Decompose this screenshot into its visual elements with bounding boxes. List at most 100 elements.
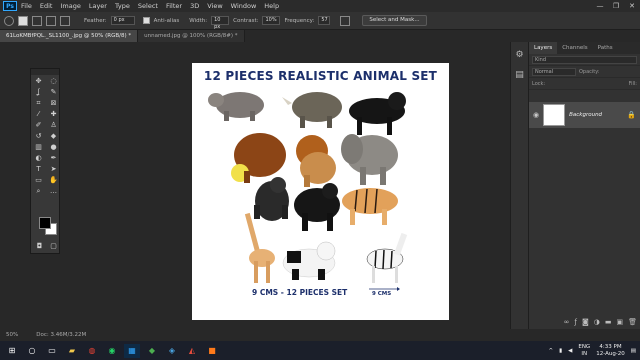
blur-tool-icon[interactable]: ● (47, 142, 60, 152)
menu-edit[interactable]: Edit (36, 2, 57, 10)
rhino-figure (282, 92, 342, 128)
network-icon[interactable]: ▮ (559, 348, 562, 354)
maximize-button[interactable]: ❐ (608, 0, 624, 12)
subtract-selection-icon[interactable] (46, 15, 56, 26)
tab-paths[interactable]: Paths (593, 42, 618, 54)
whatsapp-icon[interactable]: ◉ (104, 344, 120, 358)
app-icon-red[interactable]: ◭ (184, 344, 200, 358)
quick-select-icon[interactable]: ✎ (47, 87, 60, 97)
antialias-checkbox[interactable] (142, 17, 150, 24)
path-select-icon[interactable]: ➤ (47, 164, 60, 174)
select-and-mask-button[interactable]: Select and Mask... (362, 15, 427, 26)
quick-mask-icon[interactable]: ◘ (33, 241, 46, 251)
layer-kind-filter[interactable]: Kind (532, 55, 637, 64)
black-panther-figure (349, 92, 406, 135)
crop-tool-icon[interactable]: ⌗ (32, 98, 45, 108)
screen-mode-icon[interactable]: ▢ (47, 241, 60, 251)
file-explorer-icon[interactable]: ▰ (64, 344, 80, 358)
tray-chevron-icon[interactable]: ^ (548, 348, 553, 354)
clone-stamp-icon[interactable]: ♙ (47, 120, 60, 130)
menu-file[interactable]: File (17, 2, 36, 10)
type-tool-icon[interactable]: T (32, 164, 45, 174)
brush-tool-icon[interactable]: ✐ (32, 120, 45, 130)
add-selection-icon[interactable] (32, 15, 42, 26)
menu-filter[interactable]: Filter (162, 2, 186, 10)
photoshop-taskbar-icon[interactable]: ▦ (124, 343, 140, 358)
taskbar: ⊞ ○ ▭ ▰ ◍ ◉ ▦ ◆ ◈ ◭ ■ ^ ▮ ◀ ENG IN 4:33 … (0, 341, 640, 360)
history-brush-icon[interactable]: ↺ (32, 131, 45, 141)
menu-image[interactable]: Image (56, 2, 84, 10)
eyedropper-icon[interactable]: ⁄ (32, 109, 45, 119)
pen-pressure-icon[interactable] (340, 15, 351, 26)
menu-select[interactable]: Select (134, 2, 162, 10)
lasso-icon[interactable]: ʆ (32, 87, 45, 97)
frame-tool-icon[interactable]: ⊠ (47, 98, 60, 108)
new-selection-icon[interactable] (18, 15, 28, 26)
lock-icon: 🔒 (627, 111, 636, 119)
menu-help[interactable]: Help (260, 2, 283, 10)
layer-background[interactable]: ◉ Background 🔒 (529, 102, 640, 128)
layers-panel: Layers Channels Paths Kind Normal Opacit… (528, 42, 640, 329)
menu-type[interactable]: Type (111, 2, 134, 10)
pen-tool-icon[interactable]: ✒ (47, 153, 60, 163)
system-tray: ^ ▮ ◀ ENG IN 4:33 PM 12-Aug-20 ▤ (548, 341, 636, 360)
trash-icon[interactable]: 🗑 (628, 318, 637, 326)
properties-panel-icon[interactable]: ⚙ (514, 50, 526, 62)
rectangle-tool-icon[interactable]: ▭ (32, 175, 45, 185)
menu-window[interactable]: Window (227, 2, 261, 10)
hand-tool-icon[interactable]: ✋ (47, 175, 60, 185)
fill-label: Fill: (628, 80, 637, 87)
tab-channels[interactable]: Channels (557, 42, 592, 54)
language-indicator[interactable]: ENG IN (578, 344, 590, 358)
app-icon-orange[interactable]: ■ (204, 344, 220, 358)
adjustments-panel-icon[interactable]: ▤ (514, 70, 526, 82)
document-canvas[interactable]: 12 PIECES REALISTIC ANIMAL SET 9 CMS - 1… (192, 63, 449, 320)
intersect-selection-icon[interactable] (60, 15, 70, 26)
close-button[interactable]: ✕ (624, 0, 640, 12)
zoom-level[interactable]: 50% (6, 332, 18, 338)
new-layer-icon[interactable]: ▣ (616, 318, 623, 326)
windows-start-icon[interactable]: ⊞ (4, 344, 20, 358)
tab-layers[interactable]: Layers (529, 42, 558, 54)
more-tools-icon[interactable]: … (47, 186, 60, 196)
adjustment-layer-icon[interactable]: ◑ (594, 318, 600, 326)
dodge-tool-icon[interactable]: ◐ (32, 153, 45, 163)
menu-3d[interactable]: 3D (186, 2, 203, 10)
healing-brush-icon[interactable]: ✚ (47, 109, 60, 119)
status-bar: 50% Doc: 3.46M/3.22M (0, 329, 528, 341)
mask-icon[interactable]: ◙ (582, 318, 589, 326)
document-size[interactable]: Doc: 3.46M/3.22M (36, 332, 86, 338)
minimize-button[interactable]: — (592, 0, 608, 12)
menu-view[interactable]: View (203, 2, 226, 10)
blend-mode-select[interactable]: Normal (532, 67, 576, 76)
marquee-tool-icon[interactable]: ◌ (47, 76, 60, 86)
clock[interactable]: 4:33 PM 12-Aug-20 (596, 344, 625, 358)
group-folder-icon[interactable]: ▬ (605, 318, 612, 326)
move-tool-icon[interactable]: ✥ (32, 76, 45, 86)
search-icon[interactable]: ○ (24, 344, 40, 358)
task-view-icon[interactable]: ▭ (44, 344, 60, 358)
app-icon-blue[interactable]: ◈ (164, 344, 180, 358)
collapsed-panels: ⚙ ▤ (510, 42, 528, 329)
width-input[interactable]: 10 px (211, 16, 230, 30)
notifications-icon[interactable]: ▤ (631, 348, 636, 354)
tab-document-2[interactable]: unnamed.jpg @ 100% (RGB/8#) * (138, 30, 245, 42)
contrast-input[interactable]: 10% (262, 16, 281, 25)
foreground-color-swatch[interactable] (39, 217, 51, 229)
gradient-tool-icon[interactable]: ▥ (32, 142, 45, 152)
tab-document-1[interactable]: 61LoKMBfPQL._SL1100_.jpg @ 50% (RGB/8) * (0, 30, 139, 42)
fx-icon[interactable]: ƒ (574, 318, 576, 326)
frequency-input[interactable]: 57 (318, 16, 331, 25)
volume-icon[interactable]: ◀ (568, 348, 572, 354)
zoom-tool-icon[interactable]: ⌕ (32, 186, 45, 196)
chrome-icon[interactable]: ◍ (84, 344, 100, 358)
layer-name: Background (569, 112, 603, 118)
link-layers-icon[interactable]: ∞ (564, 318, 570, 326)
lasso-tool-icon[interactable] (4, 15, 14, 26)
menu-layer[interactable]: Layer (85, 2, 111, 10)
feather-input[interactable]: 0 px (110, 16, 135, 25)
app-icon-green[interactable]: ◆ (144, 344, 160, 358)
eraser-icon[interactable]: ◆ (47, 131, 60, 141)
options-bar: Feather: 0 px Anti-alias Width: 10 px Co… (0, 12, 640, 30)
visibility-eye-icon[interactable]: ◉ (533, 111, 539, 119)
